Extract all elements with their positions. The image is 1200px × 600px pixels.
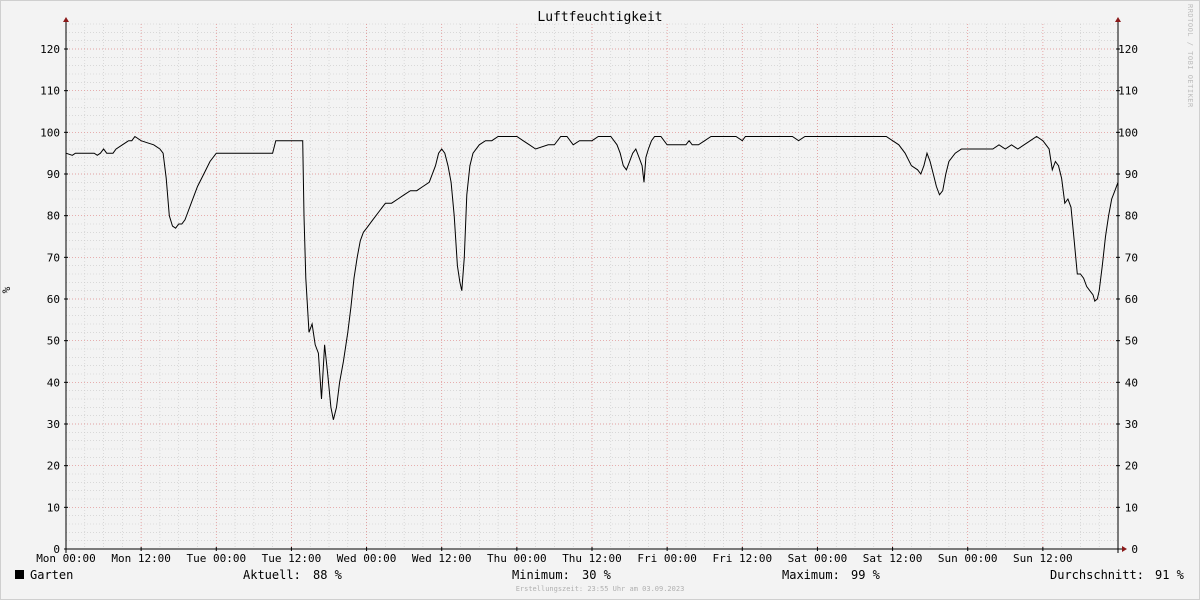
x-tick-label: Tue 12:00 xyxy=(262,552,322,565)
legend-min-label: Minimum: xyxy=(512,568,570,582)
legend-min-value: 30 % xyxy=(582,568,611,582)
y-axis-left-labels: 0102030405060708090100110120 xyxy=(40,43,60,556)
generation-timestamp: Erstellungszeit: 23:55 Uhr am 03.09.2023 xyxy=(515,585,685,593)
y-tick-label-right: 120 xyxy=(1118,43,1138,56)
x-axis-arrow xyxy=(1122,546,1127,552)
series-garten xyxy=(65,135,1119,420)
y-axis-unit-left: % xyxy=(0,286,13,293)
y-tick-label-left: 80 xyxy=(47,210,60,223)
y-tick-label-right: 60 xyxy=(1125,293,1138,306)
y-axis-right-arrow xyxy=(1115,17,1121,22)
x-tick-label: Sat 00:00 xyxy=(788,552,848,565)
x-tick-label: Mon 00:00 xyxy=(36,552,96,565)
x-tick-label: Thu 12:00 xyxy=(562,552,622,565)
legend-avg-value: 91 % xyxy=(1155,568,1184,582)
legend-max-value: 99 % xyxy=(851,568,880,582)
x-tick-label: Wed 12:00 xyxy=(412,552,472,565)
y-tick-label-right: 50 xyxy=(1125,335,1138,348)
x-tick-label: Sun 12:00 xyxy=(1013,552,1073,565)
line-chart: 0 10 20 30 40 50 60 70 80 90 100 110 120 0 10 20 30 40 50… xyxy=(0,17,1138,565)
y-axis-left-arrow xyxy=(63,17,69,22)
y-tick-label-right: 80 xyxy=(1125,210,1138,223)
y-tick-label-right: 100 xyxy=(1118,126,1138,139)
y-tick-label-left: 50 xyxy=(47,335,60,348)
legend: Garten Aktuell: 88 % Minimum: 30 % Maxim… xyxy=(0,568,1200,584)
y-tick-label-left: 60 xyxy=(47,293,60,306)
y-tick-label-right: 90 xyxy=(1125,168,1138,181)
y-tick-label-left: 70 xyxy=(47,251,60,264)
y-tick-label-left: 40 xyxy=(47,376,60,389)
y-tick-label-right: 10 xyxy=(1125,501,1138,514)
x-tick-label: Wed 00:00 xyxy=(337,552,397,565)
x-tick-label: Sun 00:00 xyxy=(938,552,998,565)
x-tick-label: Fri 00:00 xyxy=(637,552,697,565)
x-axis-labels: Mon 00:00 Mon 12:00 Tue 00:00 Tue 12:00 Wed … xyxy=(36,552,1072,565)
y-tick-label-left: 110 xyxy=(40,85,60,98)
x-tick-label: Fri 12:00 xyxy=(712,552,772,565)
y-tick-label-right: 40 xyxy=(1125,376,1138,389)
legend-avg-label: Durchschnitt: xyxy=(1050,568,1144,582)
y-axis-right-labels: 0 10 20 30 40 50 60 70 80 90 100 110 120 xyxy=(1118,43,1138,556)
y-tick-label-right: 110 xyxy=(1118,85,1138,98)
x-tick-label: Sat 12:00 xyxy=(863,552,923,565)
legend-current-label: Aktuell: xyxy=(243,568,301,582)
y-tick-label-left: 10 xyxy=(47,501,60,514)
y-tick-label-left: 100 xyxy=(40,126,60,139)
legend-current-value: 88 % xyxy=(313,568,342,582)
legend-series-name: Garten xyxy=(30,568,74,582)
y-tick-label-left: 90 xyxy=(47,168,60,181)
y-tick-label-left: 120 xyxy=(40,43,60,56)
y-tick-label-right: 0 xyxy=(1131,543,1138,556)
y-tick-label-right: 20 xyxy=(1125,460,1138,473)
legend-max-label: Maximum: xyxy=(782,568,840,582)
series-line xyxy=(65,135,1119,420)
y-tick-label-left: 20 xyxy=(47,460,60,473)
y-tick-label-right: 70 xyxy=(1125,251,1138,264)
x-tick-label: Tue 00:00 xyxy=(186,552,246,565)
y-tick-label-left: 30 xyxy=(47,418,60,431)
major-grid xyxy=(65,24,1118,550)
x-tick-label: Mon 12:00 xyxy=(111,552,171,565)
y-tick-label-right: 30 xyxy=(1125,418,1138,431)
x-tick-label: Thu 00:00 xyxy=(487,552,547,565)
